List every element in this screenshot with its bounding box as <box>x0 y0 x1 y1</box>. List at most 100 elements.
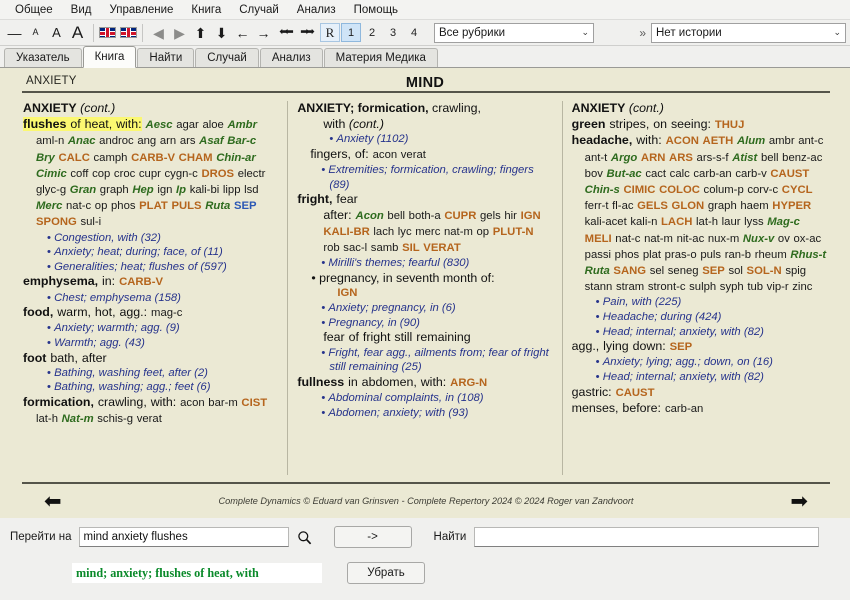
remedy-ruta[interactable]: Ruta <box>585 265 610 277</box>
nav-prev-icon[interactable]: ◀ <box>148 22 169 43</box>
remedy-caust[interactable]: CAUST <box>770 168 809 180</box>
remedy-chin-s[interactable]: Chin-s <box>585 184 620 196</box>
remedy-nat-c[interactable]: nat-c <box>615 233 640 245</box>
remedy-lyc[interactable]: lyc <box>398 226 412 238</box>
rubric-fright[interactable]: fright, fear <box>297 192 552 207</box>
remedy-vip-r[interactable]: vip-r <box>767 281 789 293</box>
remedy-list[interactable]: CARB-V <box>119 276 163 288</box>
remedy-ran-b[interactable]: ran-b <box>725 249 751 261</box>
remedy-carb-an[interactable]: carb-an <box>693 168 731 180</box>
grade-button-1[interactable]: 1 <box>341 23 361 42</box>
tab-материя-медика[interactable]: Материя Медика <box>324 48 438 67</box>
rubric-fright-after[interactable]: after: Acon bell both-a CUPR gels hir IG… <box>297 208 552 257</box>
menu-book[interactable]: Книга <box>182 2 230 18</box>
grade-button-3[interactable]: 3 <box>383 23 403 42</box>
rubric-fear-of-fright[interactable]: fear of fright still remaining <box>297 330 552 345</box>
remedy-coloc[interactable]: COLOC <box>659 184 700 196</box>
xref-list[interactable]: • Pain, with (225)• Headache; during (42… <box>572 295 827 339</box>
rubric-green-stripes[interactable]: green stripes, on seeing: THUJ <box>572 117 827 133</box>
remedy-meli[interactable]: MELI <box>585 233 612 245</box>
tab-книга[interactable]: Книга <box>83 46 137 68</box>
nav-left-icon[interactable]: ← <box>232 22 253 43</box>
remedy-atist[interactable]: Atist <box>732 152 757 164</box>
remedy-calc[interactable]: CALC <box>58 152 89 164</box>
remedy-acon[interactable]: ACON <box>666 135 699 147</box>
remedy-carb-v[interactable]: carb-v <box>735 168 766 180</box>
remedy-nat-m[interactable]: nat-m <box>644 233 673 245</box>
remedy-nit-ac[interactable]: nit-ac <box>677 233 705 245</box>
page-prev-icon[interactable]: ⬅ <box>44 491 62 512</box>
remedy-haem[interactable]: haem <box>740 200 768 212</box>
remedy-lipp[interactable]: lipp <box>223 184 241 196</box>
remedy-ign[interactable]: IGN <box>521 210 541 222</box>
xref-link[interactable]: • Abdominal complaints, in (108) <box>297 391 552 406</box>
remedy-list[interactable]: ACON AETH Alum ambr ant-c ant-t Argo ARN… <box>585 135 827 293</box>
remedy-cact[interactable]: cact <box>645 168 666 180</box>
remedy-cycl[interactable]: CYCL <box>782 184 813 196</box>
nav-last-icon[interactable]: ➡➡ <box>295 22 316 43</box>
rubric-headache[interactable]: headache, with: ACON AETH Alum ambr ant-… <box>572 133 827 295</box>
remedy-nux-m[interactable]: nux-m <box>708 233 739 245</box>
rubric-gastric[interactable]: gastric: CAUST <box>572 385 827 401</box>
remedy-cupr[interactable]: CUPR <box>444 210 476 222</box>
xref-list[interactable]: • Bathing, washing feet, after (2)• Bath… <box>23 366 278 395</box>
remedy-bell[interactable]: bell <box>387 210 405 222</box>
remedy-bov[interactable]: bov <box>585 168 603 180</box>
remedy-ant-c[interactable]: ant-c <box>798 135 823 147</box>
remedy-sep[interactable]: SEP <box>234 200 257 212</box>
xref-link[interactable]: • Generalities; heat; flushes of (597) <box>23 260 278 275</box>
xref-link[interactable]: • Headache; during (424) <box>572 310 827 325</box>
grade-button-2[interactable]: 2 <box>362 23 382 42</box>
toolbar-overflow-icon[interactable]: » <box>634 26 651 40</box>
xref-list[interactable]: • Anxiety; warmth; agg. (9)• Warmth; agg… <box>23 321 278 350</box>
remedy-aloe[interactable]: aloe <box>202 119 223 131</box>
remedy-carb-v[interactable]: CARB-V <box>131 152 175 164</box>
nav-down-icon[interactable]: ⬇ <box>211 22 232 43</box>
rubric-fullness[interactable]: fullness in abdomen, with: ARG-N <box>297 375 552 391</box>
xref-link[interactable]: • Pain, with (225) <box>572 295 827 310</box>
uk-flag-icon-secondary[interactable] <box>120 27 137 38</box>
remedy-hep[interactable]: Hep <box>132 184 153 196</box>
xref-link[interactable]: • Anxiety; heat; during; face, of (11) <box>23 245 278 260</box>
remedy-sang[interactable]: SANG <box>613 265 646 277</box>
xref-link[interactable]: • Pregnancy, in (90) <box>297 316 552 331</box>
remedy-sel[interactable]: sel <box>650 265 664 277</box>
remedy-ign[interactable]: IGN <box>337 287 357 299</box>
remedy-sac-l[interactable]: sac-l <box>343 242 367 254</box>
xref-list[interactable]: • Fright, fear agg., ailments from; fear… <box>297 346 552 375</box>
remedy-carb-v[interactable]: CARB-V <box>119 276 163 288</box>
grade-button-r[interactable]: R <box>320 23 340 42</box>
remedy-both-a[interactable]: both-a <box>409 210 441 222</box>
remedy-sep[interactable]: SEP <box>702 265 725 277</box>
rubric-agg-lying-down[interactable]: agg., lying down: SEP <box>572 339 827 355</box>
remedy-calc[interactable]: calc <box>670 168 690 180</box>
remedy-but-ac[interactable]: But-ac <box>607 168 642 180</box>
xref-list[interactable]: • Abdominal complaints, in (108)• Abdome… <box>297 391 552 420</box>
remedy-rheum[interactable]: rheum <box>755 249 787 261</box>
remedy-ant-t[interactable]: ant-t <box>585 152 608 164</box>
remedy-nat-m[interactable]: nat-m <box>444 226 473 238</box>
xref-list[interactable]: • Mirilli's themes; fearful (830) <box>297 256 552 271</box>
menu-manage[interactable]: Управление <box>100 2 182 18</box>
remedy-gran[interactable]: Gran <box>70 184 96 196</box>
remedy-lach[interactable]: lach <box>373 226 394 238</box>
menu-view[interactable]: Вид <box>62 2 101 18</box>
remedy-aeth[interactable]: AETH <box>703 135 734 147</box>
remedy-kali-bi[interactable]: kali-bi <box>190 184 220 196</box>
remedy-ang[interactable]: ang <box>137 135 156 147</box>
remedy-bar-c[interactable]: Bar-c <box>227 135 256 147</box>
remedy-spong[interactable]: SPONG <box>36 216 77 228</box>
remedy-bell[interactable]: bell <box>761 152 779 164</box>
remedy-kali-br[interactable]: KALI-BR <box>323 226 369 238</box>
remedy-arn[interactable]: arn <box>160 135 176 147</box>
remedy-samb[interactable]: samb <box>371 242 399 254</box>
remedy-ars-s-f[interactable]: ars-s-f <box>697 152 729 164</box>
remedy-mag-c[interactable]: mag-c <box>151 307 182 319</box>
remedy-acon[interactable]: acon <box>373 149 398 161</box>
remedy-thuj[interactable]: THUJ <box>715 119 745 131</box>
remedy-camph[interactable]: camph <box>94 152 128 164</box>
goto-go-button[interactable]: -> <box>334 526 412 548</box>
remedy-merc[interactable]: Merc <box>36 200 62 212</box>
remedy-ars[interactable]: ars <box>180 135 196 147</box>
nav-right-icon[interactable]: → <box>253 22 274 43</box>
